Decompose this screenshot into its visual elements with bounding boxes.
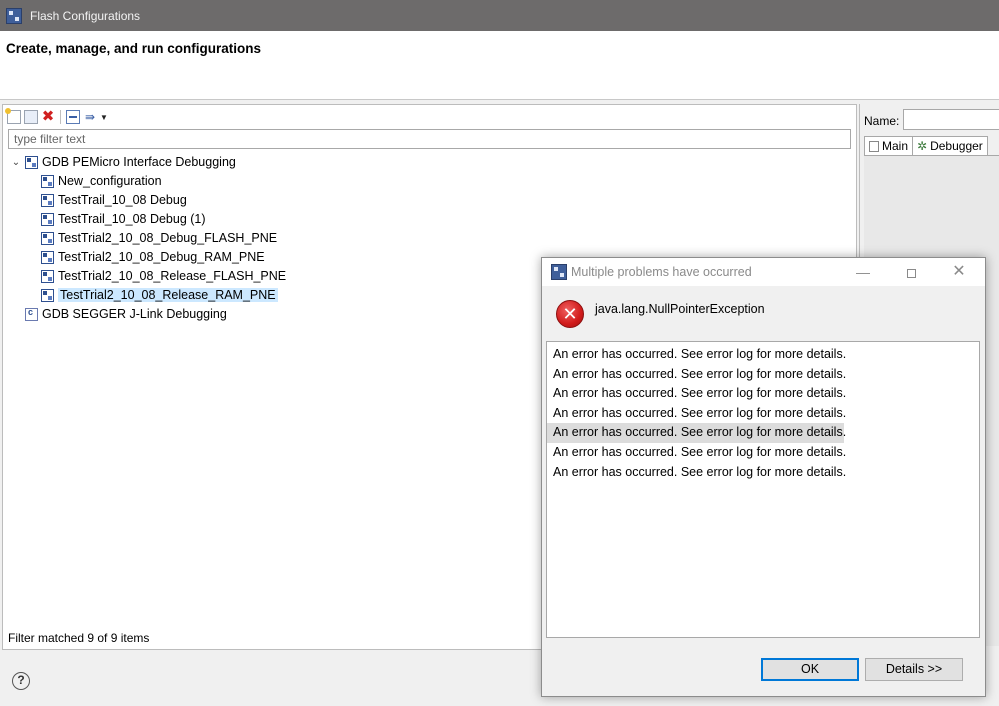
new-configuration-icon[interactable] [5,108,21,124]
window-title: Flash Configurations [30,8,141,23]
list-item[interactable]: An error has occurred. See error log for… [547,463,846,483]
page-icon [869,140,879,152]
tab-main[interactable]: Main [864,136,914,155]
duplicate-configuration-icon[interactable] [24,110,38,124]
tree-item-gdb-segger[interactable]: GDB SEGGER J-Link Debugging [25,305,227,323]
tree-item-testtrail-debug-1[interactable]: TestTrail_10_08 Debug (1) [41,210,206,228]
debug-config-icon [41,174,54,188]
dialog-title: Multiple problems have occurred [571,265,752,279]
filter-input[interactable] [8,129,851,149]
tree-item-label: TestTrial2_10_08_Release_RAM_PNE [58,288,278,302]
tree-item-label: TestTrial2_10_08_Debug_RAM_PNE [58,250,265,264]
c-config-group-icon [25,307,38,321]
tree-item-release-flash-pne[interactable]: TestTrial2_10_08_Release_FLASH_PNE [41,267,286,285]
page-heading: Create, manage, and run configurations [6,41,262,56]
tree-item-debug-ram-pne[interactable]: TestTrial2_10_08_Debug_RAM_PNE [41,248,265,266]
maximize-button[interactable] [900,262,922,282]
tree-item-label: New_configuration [58,174,162,188]
bug-icon: ✲ [917,139,928,153]
details-button[interactable]: Details >> [865,658,963,681]
collapse-all-icon[interactable] [66,110,80,124]
tree-item-label: GDB SEGGER J-Link Debugging [42,307,227,321]
tree-item-release-ram-pne[interactable]: TestTrial2_10_08_Release_RAM_PNE [41,286,278,304]
dialog-title-bar: Multiple problems have occurred — ✕ [542,258,985,286]
tree-item-new-configuration[interactable]: New_configuration [41,172,162,190]
debug-config-icon [41,269,54,283]
name-field[interactable] [903,109,999,130]
delete-configuration-icon[interactable]: ✖ [41,109,55,124]
editor-tabs: Main ✲ Debugger [864,136,988,155]
name-label: Name: [864,114,900,128]
debug-config-icon [41,212,54,226]
debug-config-group-icon [25,155,38,169]
debug-config-icon [41,288,54,302]
list-item[interactable]: An error has occurred. See error log for… [547,404,846,424]
chevron-down-icon[interactable]: ⌄ [11,157,21,168]
error-dialog: Multiple problems have occurred — ✕ ✕ ja… [541,257,986,697]
list-item[interactable]: An error has occurred. See error log for… [547,423,846,443]
list-item[interactable]: An error has occurred. See error log for… [547,365,846,385]
tab-label: Main [882,139,909,153]
configurations-toolbar: ✖ ⇛ ▼ [5,108,108,126]
tree-item-label: GDB PEMicro Interface Debugging [42,155,236,169]
error-list[interactable]: An error has occurred. See error log for… [546,341,980,638]
error-icon: ✕ [556,300,584,328]
filter-dropdown-icon[interactable]: ▼ [100,113,108,122]
debug-config-icon [41,193,54,207]
tree-item-gdb-pemicro[interactable]: ⌄ GDB PEMicro Interface Debugging [11,153,236,171]
app-icon [551,264,567,280]
filter-status: Filter matched 9 of 9 items [8,631,150,645]
tree-item-label: TestTrial2_10_08_Release_FLASH_PNE [58,269,287,283]
list-item[interactable]: An error has occurred. See error log for… [547,345,846,365]
close-button[interactable]: ✕ [948,262,970,282]
list-item[interactable]: An error has occurred. See error log for… [547,384,846,404]
filter-configurations-icon[interactable]: ⇛ [83,110,97,124]
help-icon[interactable]: ? [12,672,30,690]
maximize-icon [906,268,916,278]
tree-item-debug-flash-pne[interactable]: TestTrial2_10_08_Debug_FLASH_PNE [41,229,277,247]
tab-debugger[interactable]: ✲ Debugger [912,136,988,155]
ok-button[interactable]: OK [761,658,859,681]
tree-item-testtrail-debug[interactable]: TestTrail_10_08 Debug [41,191,187,209]
app-icon [6,7,22,24]
list-item[interactable]: An error has occurred. See error log for… [547,443,846,463]
debug-config-icon [41,231,54,245]
tree-item-label: TestTrial2_10_08_Debug_FLASH_PNE [58,231,278,245]
tree-item-label: TestTrail_10_08 Debug (1) [58,212,206,226]
window-title-bar: Flash Configurations [0,0,999,31]
debug-config-icon [41,250,54,264]
toolbar-separator [60,110,61,124]
exception-message: java.lang.NullPointerException [595,302,765,316]
header-area: Create, manage, and run configurations [0,31,999,100]
tab-label: Debugger [930,139,983,153]
minimize-button[interactable]: — [852,262,874,282]
tree-item-label: TestTrail_10_08 Debug [58,193,187,207]
